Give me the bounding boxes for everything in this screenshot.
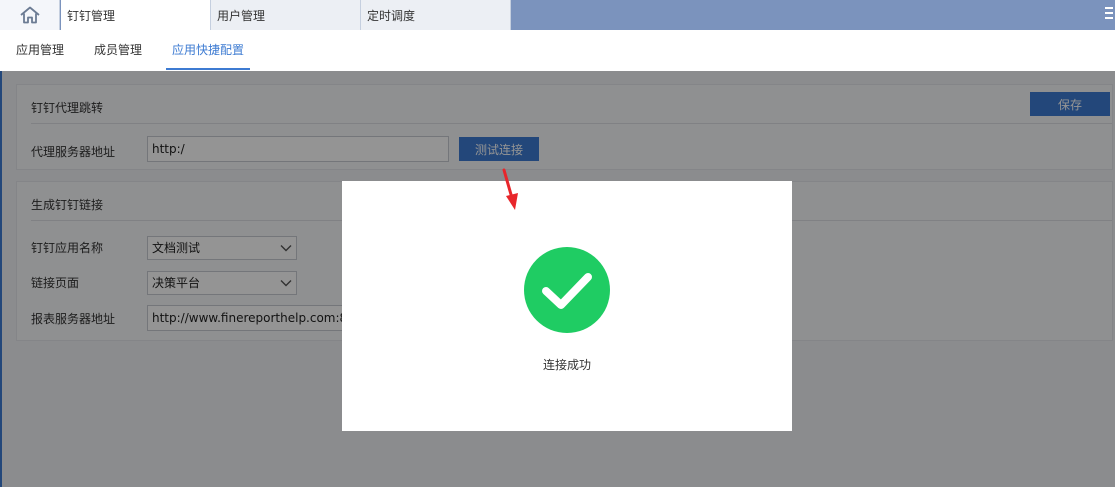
success-icon-circle bbox=[524, 247, 610, 333]
top-tab-bar: 钉钉管理 用户管理 定时调度 bbox=[0, 0, 1115, 30]
tab-label: 钉钉管理 bbox=[67, 8, 116, 23]
tab-scheduled-tasks[interactable]: 定时调度 bbox=[361, 0, 511, 30]
tab-label: 用户管理 bbox=[217, 8, 266, 23]
menu-icon[interactable] bbox=[1105, 7, 1113, 21]
red-arrow-icon bbox=[502, 168, 518, 210]
tab-dingtalk-management[interactable]: 钉钉管理 bbox=[61, 0, 211, 30]
tab-user-management[interactable]: 用户管理 bbox=[211, 0, 361, 30]
tab-label: 定时调度 bbox=[367, 8, 416, 23]
subnav-app-management[interactable]: 应用管理 bbox=[16, 30, 64, 70]
success-dialog: 连接成功 bbox=[342, 181, 792, 431]
home-icon bbox=[19, 6, 40, 24]
checkmark-icon bbox=[542, 273, 592, 309]
dialog-message: 连接成功 bbox=[542, 358, 591, 372]
sub-navigation: 应用管理 成员管理 应用快捷配置 bbox=[0, 30, 1115, 71]
home-tab[interactable] bbox=[0, 0, 60, 30]
subnav-app-quick-config[interactable]: 应用快捷配置 bbox=[166, 30, 251, 70]
subnav-member-management[interactable]: 成员管理 bbox=[94, 30, 142, 70]
